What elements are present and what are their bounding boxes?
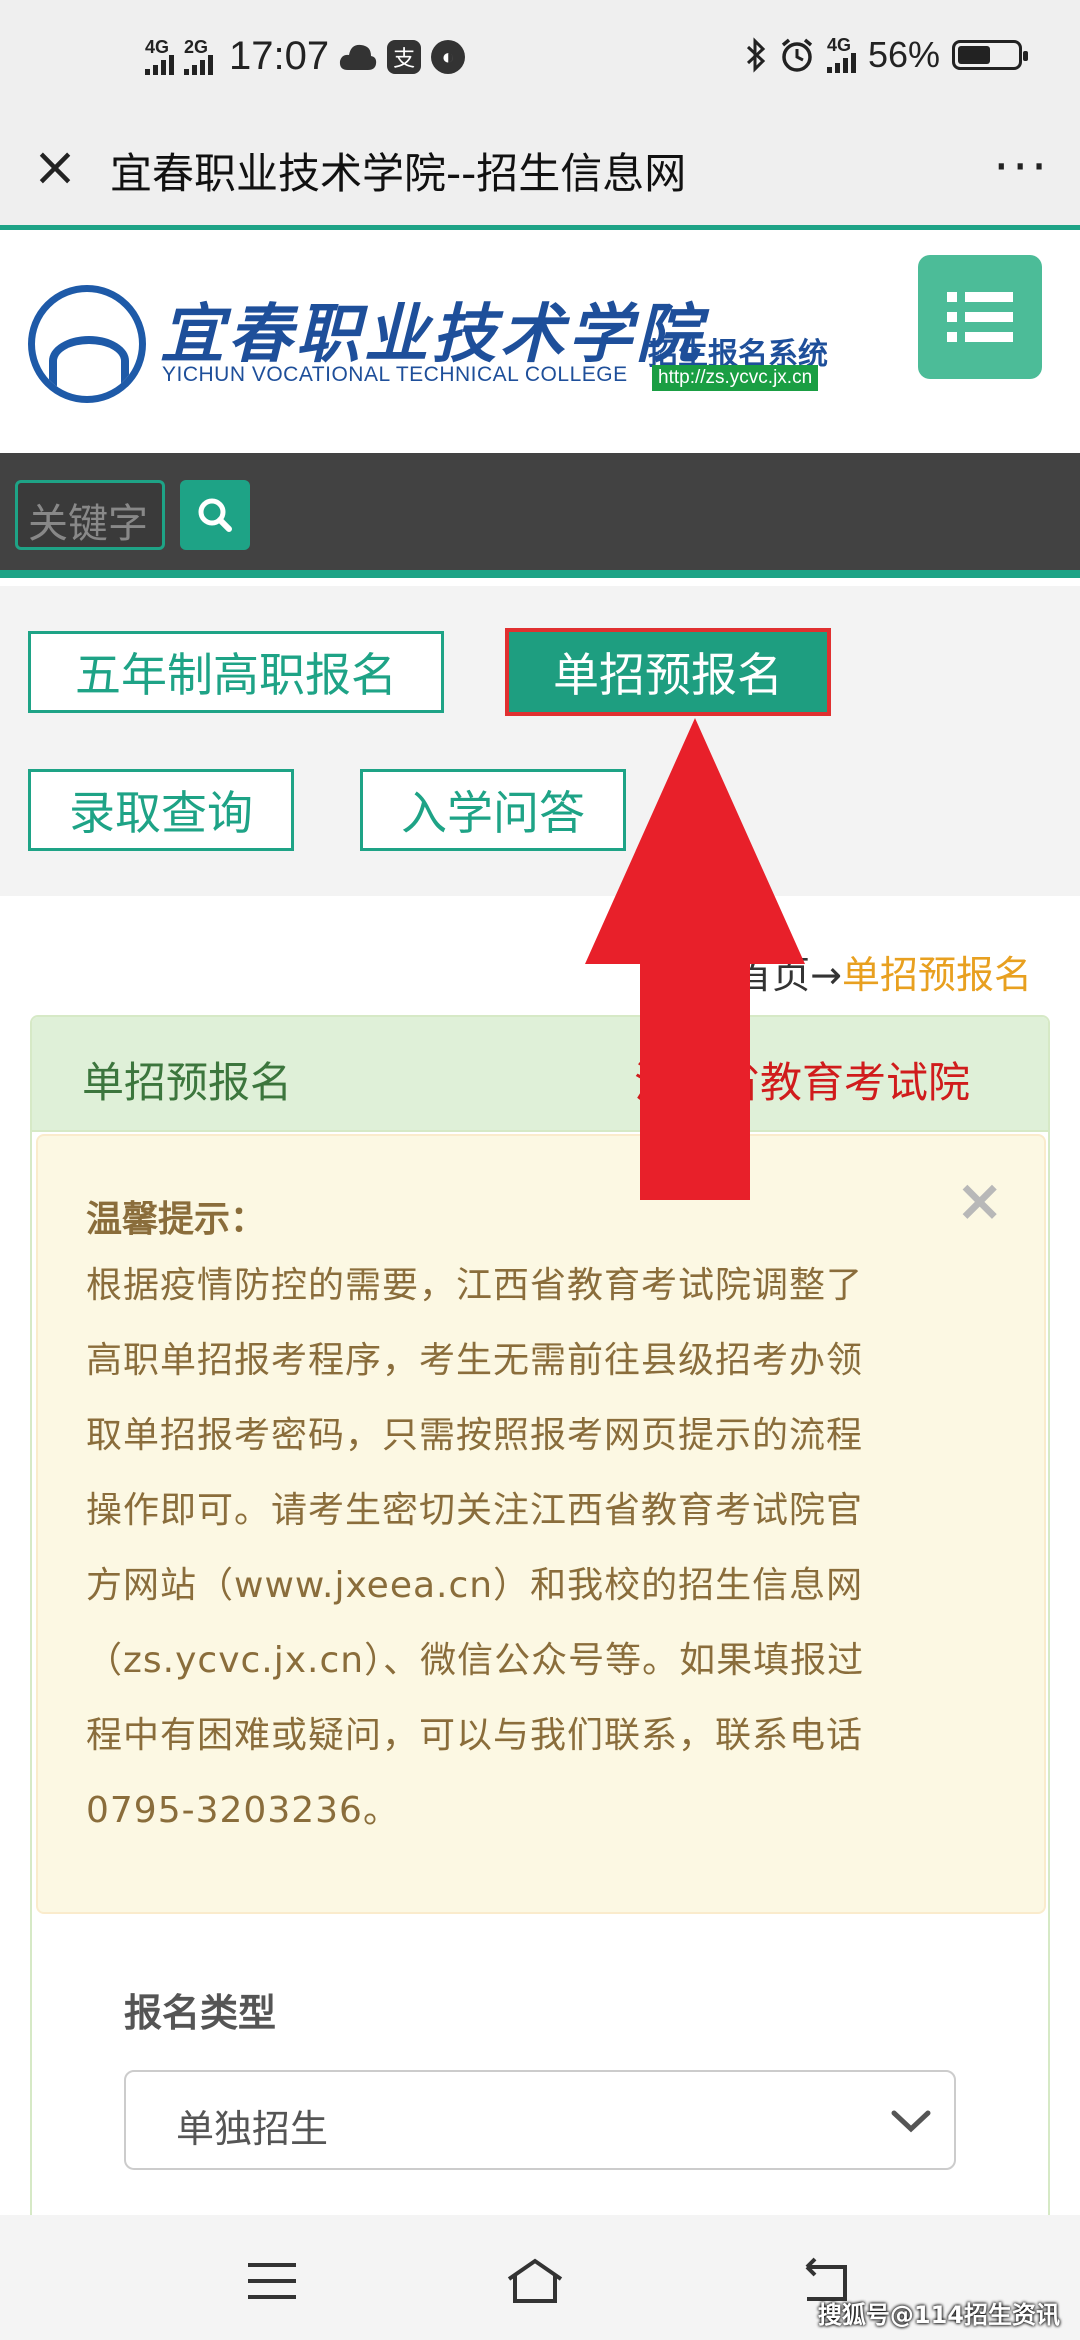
alarm-icon: [781, 38, 813, 72]
battery-icon: [952, 40, 1028, 70]
status-right: 4G 56%: [745, 34, 1028, 76]
alert-line: 操作即可。请考生密切关注江西省教育考试院官: [86, 1490, 864, 1531]
search-button[interactable]: [180, 480, 250, 550]
battery-percent: 56%: [867, 34, 940, 75]
alert-line: 方网站（www.jxeea.cn）和我校的招生信息网: [86, 1565, 864, 1606]
menu-button[interactable]: [918, 255, 1042, 379]
menu-icon[interactable]: [242, 2253, 302, 2309]
home-icon[interactable]: [505, 2253, 565, 2309]
school-name-cn: 宜春职业技术学院: [160, 297, 704, 372]
battery-level: [958, 46, 991, 64]
compass-icon: ◐: [431, 39, 466, 74]
site-header: 宜春职业技术学院 YICHUN VOCATIONAL TECHNICAL COL…: [0, 235, 1080, 450]
school-logo[interactable]: [28, 285, 146, 403]
page-title: 宜春职业技术学院--招生信息网: [110, 149, 687, 198]
status-left: 4G 2G 17:07 支 ◐: [145, 34, 466, 79]
admission-query-button[interactable]: 录取查询: [28, 769, 294, 851]
alert-line: （zs.ycvc.jx.cn）、微信公众号等。如果填报过: [86, 1640, 865, 1681]
single-enroll-button[interactable]: 单招预报名: [505, 628, 831, 716]
alert-line: 程中有困难或疑问，可以与我们联系，联系电话: [86, 1715, 864, 1756]
more-options-icon[interactable]: ···: [993, 138, 1050, 196]
alipay-icon: 支: [387, 39, 422, 74]
watermark: 搜狐号@114招生资讯: [817, 2301, 1060, 2329]
panel-title: 单招预报名: [82, 1058, 293, 1107]
cloud-icon: [340, 44, 377, 70]
alert-heading: 温馨提示：: [86, 1199, 267, 1240]
close-icon[interactable]: ×: [30, 140, 80, 194]
alert-line: 取单招报考密码，只需按照报考网页提示的流程: [86, 1415, 864, 1456]
alert-line: 高职单招报考程序，考生无需前往县级招考办领: [86, 1340, 864, 1381]
enroll-type-select[interactable]: 单独招生: [124, 2070, 956, 2170]
alert-close-icon[interactable]: ×: [955, 1166, 1004, 1234]
title-bar: × 宜春职业技术学院--招生信息网 ···: [0, 120, 1080, 230]
system-nav-bar: 搜狐号@114招生资讯: [0, 2215, 1080, 2340]
breadcrumb-current: 单招预报名: [841, 953, 1032, 997]
notice-alert: 温馨提示： × 根据疫情防控的需要，江西省教育考试院调整了 高职单招报考程序，考…: [36, 1134, 1046, 1914]
red-arrow-annotation: [585, 718, 805, 1200]
nav-area: 五年制高职报名 单招预报名 录取查询 入学问答: [0, 586, 1080, 896]
signal-4g-2-icon: 4G: [826, 35, 856, 73]
site-url: http://zs.ycvc.jx.cn: [652, 365, 819, 391]
network-type-3: 4G: [826, 35, 851, 55]
search-input[interactable]: 关键字: [15, 480, 165, 550]
enroll-type-label: 报名类型: [124, 1991, 277, 2035]
network-type-2: 2G: [184, 36, 209, 57]
alert-line: 0795-3203236。: [86, 1790, 400, 1831]
clock: 17:07: [229, 34, 330, 78]
alert-body: 根据疫情防控的需要，江西省教育考试院调整了 高职单招报考程序，考生无需前往县级招…: [86, 1248, 1016, 1848]
five-year-enroll-button[interactable]: 五年制高职报名: [28, 631, 444, 713]
enroll-type-value: 单独招生: [176, 2107, 329, 2151]
alert-line: 根据疫情防控的需要，江西省教育考试院调整了: [86, 1265, 864, 1306]
enroll-panel: 单招预报名 江西省教育考试院 温馨提示： × 根据疫情防控的需要，江西省教育考试…: [30, 1015, 1050, 2230]
chevron-down-icon: [891, 2110, 931, 2133]
signal-4g-icon: 4G: [145, 36, 174, 75]
school-name-en: YICHUN VOCATIONAL TECHNICAL COLLEGE: [162, 363, 628, 386]
status-bar: 4G 2G 17:07 支 ◐ 4G 56%: [0, 0, 1080, 120]
bluetooth-icon: [746, 37, 766, 73]
search-icon: [198, 498, 232, 532]
network-type-1: 4G: [145, 36, 170, 57]
breadcrumb-separator: →: [810, 953, 842, 997]
signal-2g-icon: 2G: [184, 36, 213, 75]
search-bar: 关键字: [0, 453, 1080, 578]
panel-header: 单招预报名 江西省教育考试院: [32, 1017, 1048, 1132]
